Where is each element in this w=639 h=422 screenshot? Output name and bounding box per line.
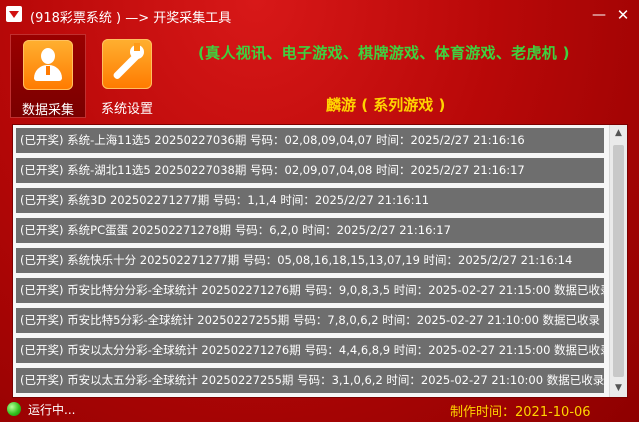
data-collect-label: 数据采集: [21, 103, 74, 118]
build-date: 制作时间：2021-10-06: [450, 405, 591, 420]
status-text: 运行中...: [28, 403, 76, 417]
settings-label: 系统设置: [100, 102, 153, 117]
data-collect-button[interactable]: 数据采集: [10, 34, 86, 118]
list-item[interactable]: (已开奖) 币安比特5分彩-全球统计 20250227255期 号码：7,8,0…: [16, 308, 604, 333]
scroll-up-button[interactable]: ▲: [610, 125, 627, 142]
scroll-thumb[interactable]: [613, 145, 624, 377]
app-logo-icon: [6, 6, 22, 22]
status-indicator-icon: [7, 402, 21, 416]
list-item[interactable]: (已开奖) 系统PC蛋蛋 20250227127​8期 号码：6,2,0 时间：…: [16, 218, 604, 243]
user-icon: [23, 40, 73, 90]
window-title: (918彩票系统 ) —> 开奖采集工具: [30, 11, 232, 26]
list-item[interactable]: (已开奖) 币安以太五分彩-全球统计 20250227255期 号码：3,1,0…: [16, 368, 604, 393]
list-item[interactable]: (已开奖) 系统快乐十分 20250227127​7期 号码：05,08,16,…: [16, 248, 604, 273]
list-item[interactable]: (已开奖) 币安比特分分彩-全球统计 20250227127​6期 号码：9,0…: [16, 278, 604, 303]
wrench-icon: [102, 39, 152, 89]
close-button[interactable]: ✕: [610, 3, 636, 27]
results-list[interactable]: (已开奖) 系统-上海11选5 20250227036期 号码：02,08,09…: [12, 124, 628, 398]
list-item[interactable]: (已开奖) 币安以太分分彩-全球统计 20250227127​6期 号码：4,4…: [16, 338, 604, 363]
settings-button[interactable]: 系统设置: [90, 34, 164, 117]
series-subtitle: 麟游 ( 系列游戏 ): [326, 96, 446, 114]
list-item[interactable]: (已开奖) 系统-上海11选5 20250227036期 号码：02,08,09…: [16, 128, 604, 153]
vertical-scrollbar[interactable]: ▲ ▼: [609, 125, 627, 397]
title-bar[interactable]: (918彩票系统 ) —> 开奖采集工具 — ✕: [0, 0, 639, 30]
minimize-button[interactable]: —: [586, 3, 612, 27]
list-item[interactable]: (已开奖) 系统3D 20250227127​7期 号码：1,1,4 时间：20…: [16, 188, 604, 213]
scroll-down-button[interactable]: ▼: [610, 380, 627, 397]
game-categories-banner: (真人视讯、电子游戏、棋牌游戏、体育游戏、老虎机 ): [198, 44, 570, 62]
list-item[interactable]: (已开奖) 系统-湖北11选5 20250227038期 号码：02,09,07…: [16, 158, 604, 183]
app-window: (918彩票系统 ) —> 开奖采集工具 — ✕ 数据采集 系统设置 (真人视讯…: [0, 0, 639, 422]
